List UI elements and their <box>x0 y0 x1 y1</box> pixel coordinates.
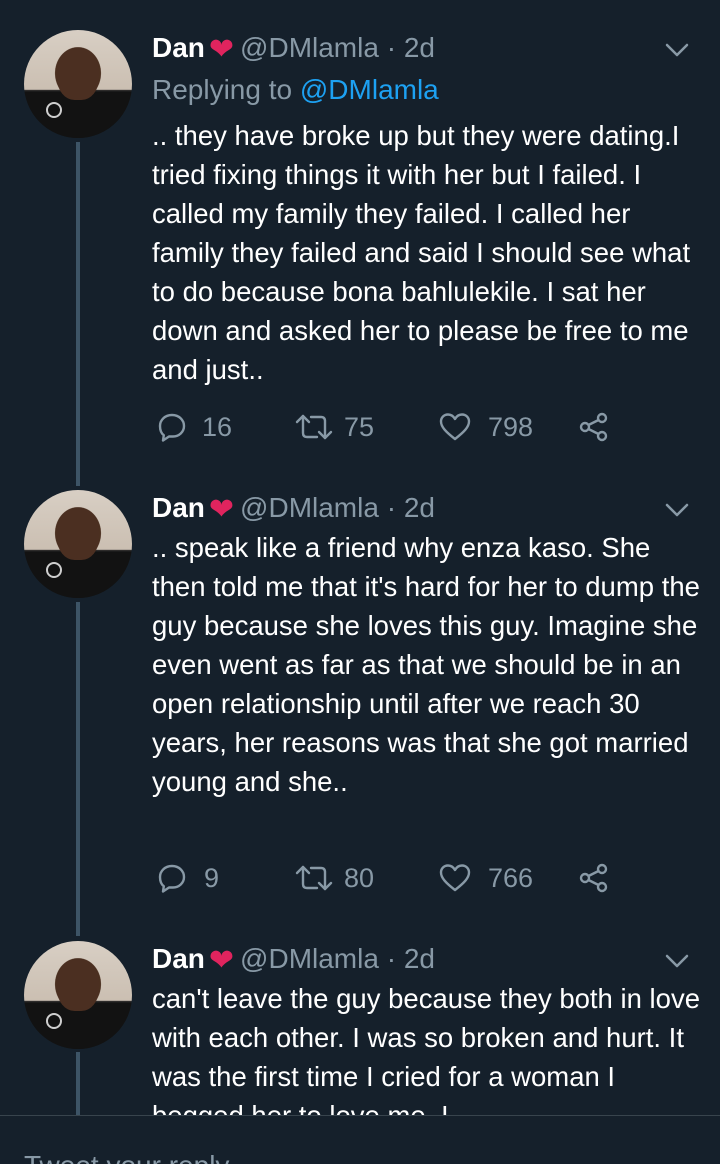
replying-prefix: Replying to <box>152 74 293 105</box>
timestamp[interactable]: 2d <box>404 492 435 523</box>
reply-count: 9 <box>204 862 220 893</box>
mention-link[interactable]: @DMlamla <box>300 74 439 105</box>
display-name[interactable]: Dan <box>152 943 205 974</box>
user-handle[interactable]: @DMlamla <box>240 943 379 974</box>
share-button[interactable] <box>578 407 610 447</box>
timestamp[interactable]: 2d <box>404 32 435 63</box>
separator: · <box>386 943 397 974</box>
retweet-count: 80 <box>344 862 375 893</box>
tweet-actions: 16 75 798 <box>152 407 632 447</box>
tweet-text: .. they have broke up but they were dati… <box>152 120 691 385</box>
retweet-count: 75 <box>344 411 375 442</box>
reply-count: 16 <box>202 411 233 442</box>
like-count: 766 <box>488 862 534 893</box>
heart-icon <box>439 864 471 892</box>
replying-to: Replying to @DMlamla <box>152 73 439 107</box>
reply-input-placeholder[interactable]: Tweet your reply <box>24 1150 229 1164</box>
user-handle[interactable]: @DMlamla <box>240 492 379 523</box>
share-icon <box>579 863 608 893</box>
tweet-text: .. speak like a friend why enza kaso. Sh… <box>152 532 700 797</box>
heart-emoji-icon: ❤ <box>208 493 235 526</box>
tweet-header: Dan ❤ @DMlamla · 2d <box>152 491 435 527</box>
like-count: 798 <box>488 411 534 442</box>
display-name[interactable]: Dan <box>152 492 205 523</box>
reply-icon <box>158 864 186 893</box>
reply-icon <box>158 413 186 442</box>
chevron-down-icon[interactable] <box>664 40 690 60</box>
reply-button[interactable]: 16 <box>156 407 232 447</box>
thread-line <box>76 602 80 936</box>
share-icon <box>579 412 608 442</box>
like-button[interactable]: 766 <box>438 858 533 898</box>
like-button[interactable]: 798 <box>438 407 533 447</box>
chevron-down-icon[interactable] <box>664 500 690 520</box>
retweet-button[interactable]: 75 <box>294 407 374 447</box>
avatar[interactable] <box>24 490 132 598</box>
heart-icon <box>439 413 471 441</box>
display-name[interactable]: Dan <box>152 32 205 63</box>
share-button[interactable] <box>578 858 610 898</box>
tweet-header: Dan ❤ @DMlamla · 2d <box>152 942 435 978</box>
reply-bar[interactable]: Tweet your reply <box>0 1115 720 1164</box>
heart-emoji-icon: ❤ <box>208 944 235 977</box>
retweet-icon <box>295 865 333 891</box>
thread-line <box>76 1052 80 1122</box>
separator: · <box>386 492 397 523</box>
reply-button[interactable]: 9 <box>156 858 219 898</box>
tweet-actions: 9 80 766 <box>152 858 632 898</box>
chevron-down-icon[interactable] <box>664 951 690 971</box>
user-handle[interactable]: @DMlamla <box>240 32 379 63</box>
timestamp[interactable]: 2d <box>404 943 435 974</box>
tweet-text: can't leave the guy because they both in… <box>152 983 700 1115</box>
retweet-icon <box>295 414 333 440</box>
thread-line <box>76 142 80 486</box>
avatar[interactable] <box>24 941 132 1049</box>
avatar[interactable] <box>24 30 132 138</box>
tweet-header: Dan ❤ @DMlamla · 2d <box>152 31 435 67</box>
heart-emoji-icon: ❤ <box>208 33 235 66</box>
separator: · <box>386 32 397 63</box>
retweet-button[interactable]: 80 <box>294 858 374 898</box>
